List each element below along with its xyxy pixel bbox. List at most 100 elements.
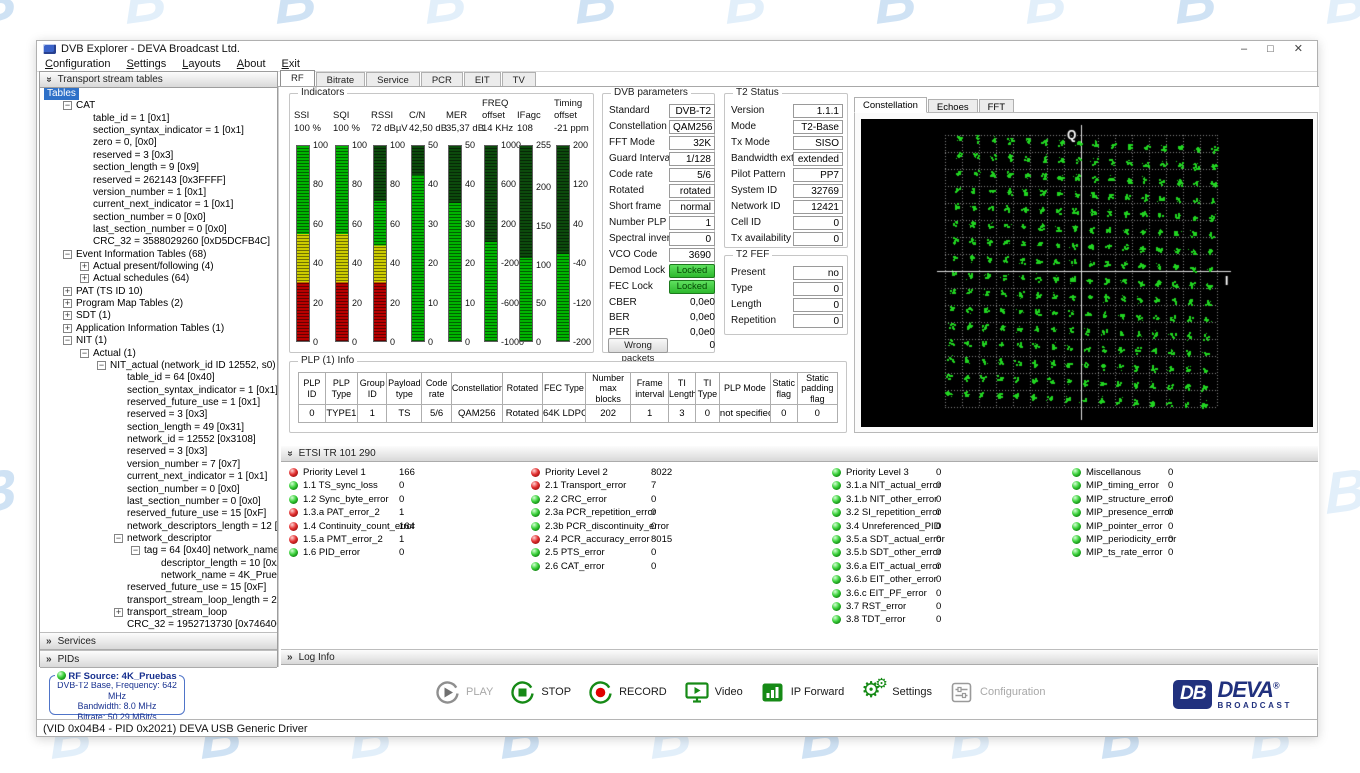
tree-expand-icon[interactable]: + — [114, 608, 123, 618]
tree-row[interactable]: section_syntax_indicator = 1 [0x1] — [40, 385, 277, 397]
etsi-section-header[interactable]: » ETSI TR 101 290 — [281, 446, 1318, 462]
tree-row[interactable]: reserved_future_use = 15 [0xF] — [40, 582, 277, 594]
tab-pcr[interactable]: PCR — [420, 72, 463, 86]
tree-item-label[interactable]: NIT_actual (network_id ID 12552, s0) — [110, 360, 276, 372]
tab-echoes[interactable]: Echoes — [927, 99, 978, 113]
tree-expand-icon[interactable]: + — [63, 286, 72, 296]
tree-item-label[interactable]: SDT (1) — [76, 310, 111, 322]
tree-row[interactable]: − network_descriptor — [40, 533, 277, 545]
menu-item-settings[interactable]: Settings — [126, 58, 166, 70]
tree-row[interactable]: section_syntax_indicator = 1 [0x1] — [40, 125, 277, 137]
tree-row[interactable]: transport_stream_loop_length = 24 [0x18] — [40, 595, 277, 607]
tree-item-label[interactable]: CRC_32 = 3588029260 [0xD5DCFB4C] — [93, 236, 270, 248]
tab-fft[interactable]: FFT — [978, 99, 1015, 113]
tree-item-label[interactable]: version_number = 1 [0x1] — [93, 187, 206, 199]
tree-row[interactable]: + transport_stream_loop — [40, 607, 277, 619]
tree-item-label[interactable]: last_section_number = 0 [0x0] — [127, 496, 261, 508]
tree-item-label[interactable]: PAT (TS ID 10) — [76, 286, 143, 298]
tree-item-label[interactable]: network_id = 12552 [0x3108] — [127, 434, 256, 446]
menu-item-about[interactable]: About — [237, 58, 266, 70]
tree-item-label[interactable]: descriptor_length = 10 [0xA] — [161, 558, 277, 570]
tree-row[interactable]: reserved = 3 [0x3] — [40, 409, 277, 421]
tree-row[interactable]: − CAT — [40, 100, 277, 112]
tree-row[interactable]: zero = 0, [0x0] — [40, 137, 277, 149]
tree-row[interactable]: network_descriptors_length = 12 [0xC] — [40, 521, 277, 533]
tree-row[interactable]: + PAT (TS ID 10) — [40, 286, 277, 298]
tree-collapse-icon[interactable]: − — [131, 546, 140, 556]
tree-item-label[interactable]: reserved = 3 [0x3] — [127, 446, 207, 458]
tree-collapse-icon[interactable]: − — [63, 249, 72, 259]
tree-collapse-icon[interactable]: − — [63, 336, 72, 346]
tree-row[interactable]: reserved_future_use = 15 [0xF] — [40, 508, 277, 520]
tree-item-label[interactable]: Actual (1) — [93, 348, 136, 360]
tree-row[interactable]: reserved_future_use = 1 [0x1] — [40, 397, 277, 409]
tree-row[interactable]: current_next_indicator = 1 [0x1] — [40, 471, 277, 483]
tree-row[interactable]: section_length = 9 [0x9] — [40, 162, 277, 174]
tree-item-label[interactable]: last_section_number = 0 [0x0] — [93, 224, 227, 236]
tree-collapse-icon[interactable]: − — [80, 348, 89, 358]
tree-row[interactable]: CRC_32 = 3588029260 [0xD5DCFB4C] — [40, 236, 277, 248]
tree-item-label[interactable]: current_next_indicator = 1 [0x1] — [127, 471, 267, 483]
fec-lock-button[interactable]: Locked — [669, 280, 715, 294]
tree-expand-icon[interactable]: + — [63, 299, 72, 309]
tree-item-label[interactable]: network_descriptors_length = 12 [0xC] — [127, 521, 277, 533]
tree-item-label[interactable]: Actual schedules (64) — [93, 273, 189, 285]
tree-item-label[interactable]: table_id = 64 [0x40] — [127, 372, 215, 384]
toolbar-button-settings[interactable]: ⚙ ⚙ Settings — [861, 675, 932, 705]
menu-item-exit[interactable]: Exit — [282, 58, 300, 70]
minimize-button[interactable]: – — [1241, 42, 1247, 56]
tree-row[interactable]: + Actual schedules (64) — [40, 273, 277, 285]
close-button[interactable]: ✕ — [1294, 42, 1303, 56]
menu-item-layouts[interactable]: Layouts — [182, 58, 221, 70]
tree-item-label[interactable]: CRC_32 = 1952713730 [0x74640C02] — [127, 619, 277, 631]
tree-collapse-icon[interactable]: − — [63, 101, 72, 111]
tree-item-label[interactable]: version_number = 7 [0x7] — [127, 459, 240, 471]
tree-item-label[interactable]: network_name = 4K_Pruebas — [161, 570, 277, 582]
tree-item-label[interactable]: section_length = 9 [0x9] — [93, 162, 199, 174]
tree-row[interactable]: section_number = 0 [0x0] — [40, 212, 277, 224]
tree-item-label[interactable]: Actual present/following (4) — [93, 261, 214, 273]
tab-rf[interactable]: RF — [280, 70, 315, 86]
tab-tv[interactable]: TV — [501, 72, 536, 86]
toolbar-button-video[interactable]: Video — [684, 680, 743, 705]
tree-row[interactable]: − Actual (1) — [40, 348, 277, 360]
tree-item-label[interactable]: reserved_future_use = 15 [0xF] — [127, 582, 266, 594]
tree-item-label[interactable]: Program Map Tables (2) — [76, 298, 183, 310]
tree-item-label[interactable]: section_length = 49 [0x31] — [127, 422, 244, 434]
log-info-section-header[interactable]: » Log Info — [281, 649, 1318, 665]
tree-row[interactable]: table_id = 64 [0x40] — [40, 372, 277, 384]
tree-row[interactable]: reserved = 262143 [0x3FFFF] — [40, 175, 277, 187]
tab-service[interactable]: Service — [366, 72, 420, 86]
tree-item-label[interactable]: reserved = 262143 [0x3FFFF] — [93, 175, 226, 187]
tree-item-label[interactable]: zero = 0, [0x0] — [93, 137, 157, 149]
tree-expand-icon[interactable]: + — [63, 323, 72, 333]
tree-item-label[interactable]: transport_stream_loop_length = 24 [0x18] — [127, 595, 277, 607]
tree-item-label[interactable]: Event Information Tables (68) — [76, 249, 206, 261]
tree-row[interactable]: −tag = 64 [0x40] network_name_descriptor — [40, 545, 277, 557]
tree-row[interactable]: + SDT (1) — [40, 310, 277, 322]
tab-bitrate[interactable]: Bitrate — [315, 72, 366, 86]
demod-lock-button[interactable]: Locked — [669, 264, 715, 278]
tree-row[interactable]: network_id = 12552 [0x3108] — [40, 434, 277, 446]
tree-expand-icon[interactable]: + — [80, 274, 89, 284]
tree-item-label[interactable]: table_id = 1 [0x1] — [93, 113, 169, 125]
tree-item-label[interactable]: Tables — [44, 88, 79, 101]
tree-row[interactable]: reserved = 3 [0x3] — [40, 446, 277, 458]
tree-item-label[interactable]: reserved_future_use = 15 [0xF] — [127, 508, 266, 520]
tree-row[interactable]: current_next_indicator = 1 [0x1] — [40, 199, 277, 211]
tree-item-label[interactable]: CAT — [76, 100, 95, 112]
tree-item-label[interactable]: current_next_indicator = 1 [0x1] — [93, 199, 233, 211]
tree-item-label[interactable]: tag = 64 [0x40] network_name_descriptor — [144, 545, 277, 557]
maximize-button[interactable]: □ — [1267, 42, 1274, 56]
tree-row[interactable]: reserved = 3 [0x3] — [40, 150, 277, 162]
tree-row[interactable]: version_number = 7 [0x7] — [40, 459, 277, 471]
tree-item-label[interactable]: NIT (1) — [76, 335, 107, 347]
tree-expand-icon[interactable]: + — [63, 311, 72, 321]
tree-collapse-icon[interactable]: − — [114, 533, 123, 543]
tree-item-label[interactable]: network_descriptor — [127, 533, 211, 545]
tree-row[interactable]: last_section_number = 0 [0x0] — [40, 496, 277, 508]
tree-item-label[interactable]: transport_stream_loop — [127, 607, 227, 619]
tree-row[interactable]: − Event Information Tables (68) — [40, 249, 277, 261]
menu-item-configuration[interactable]: Configuration — [45, 58, 110, 70]
tree-row[interactable]: version_number = 1 [0x1] — [40, 187, 277, 199]
